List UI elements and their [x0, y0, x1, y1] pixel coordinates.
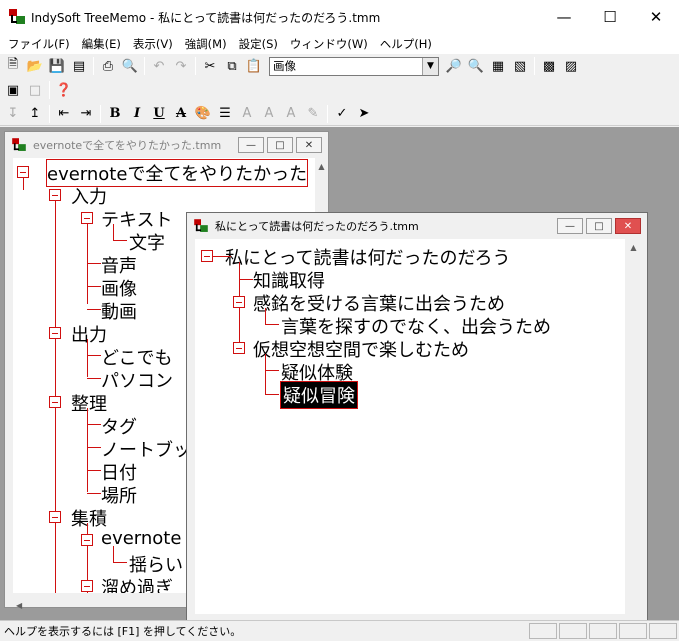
tree-node[interactable]: パソコン: [101, 367, 173, 393]
font-shrink-icon[interactable]: A: [258, 103, 280, 125]
collapse-toggle-icon[interactable]: [81, 212, 93, 224]
find-all-icon[interactable]: ▦: [487, 55, 509, 77]
collapse-toggle-icon[interactable]: [81, 534, 93, 546]
replace-all-icon[interactable]: ▨: [560, 55, 582, 77]
status-text: ヘルプを表示するには [F1] を押してください。: [4, 625, 242, 638]
underline-icon[interactable]: U: [148, 103, 170, 125]
scroll-left-icon[interactable]: ◀: [13, 601, 22, 610]
font-reset-icon[interactable]: A: [280, 103, 302, 125]
collapse-toggle-icon[interactable]: [49, 327, 61, 339]
spellcheck-icon[interactable]: ✓: [331, 103, 353, 125]
find-up-icon[interactable]: 🔍: [465, 55, 487, 77]
app-tree-icon: [9, 9, 25, 25]
menu-emphasis[interactable]: 強調(M): [179, 36, 233, 52]
menu-bar: ファイル(F) 編集(E) 表示(V) 強調(M) 設定(S) ウィンドウ(W)…: [0, 34, 679, 54]
save-all-icon[interactable]: ▤: [68, 55, 90, 77]
bold-icon[interactable]: B: [104, 103, 126, 125]
collapse-toggle-icon[interactable]: [17, 166, 29, 178]
menu-settings[interactable]: 設定(S): [233, 36, 284, 52]
menu-file[interactable]: ファイル(F): [2, 36, 76, 52]
vertical-scrollbar[interactable]: ▲: [625, 239, 642, 614]
child-restore-button[interactable]: □: [586, 218, 612, 234]
tree-view[interactable]: 私にとって読書は何だったのだろう 知識取得 感銘を受ける言葉に出会うため 言葉を…: [195, 239, 625, 614]
collapse-toggle-icon[interactable]: [49, 511, 61, 523]
collapse-toggle-icon[interactable]: [201, 250, 213, 262]
print-preview-icon[interactable]: 🔍: [119, 55, 141, 77]
indent-icon[interactable]: ⇥: [75, 103, 97, 125]
collapse-toggle-icon[interactable]: [233, 342, 245, 354]
child-title-bar[interactable]: evernoteで全てをやりたかった.tmm — □ ✕: [5, 132, 328, 158]
child-title-bar[interactable]: 私にとって読書は何だったのだろう.tmm — □ ✕: [187, 213, 647, 239]
font-grow-icon[interactable]: A: [236, 103, 258, 125]
collapse-toggle-icon[interactable]: [49, 189, 61, 201]
window-title: IndySoft TreeMemo - 私にとって読書は何だったのだろう.tmm: [31, 10, 381, 25]
status-panel: [559, 623, 587, 639]
cut-icon[interactable]: ✂: [199, 55, 221, 77]
app-tree-icon: [194, 219, 208, 233]
minimize-button[interactable]: —: [541, 0, 587, 34]
replace-icon[interactable]: ▩: [538, 55, 560, 77]
palette-icon[interactable]: 🎨: [192, 103, 214, 125]
find-tree-icon[interactable]: ▧: [509, 55, 531, 77]
undo-icon[interactable]: ↶: [148, 55, 170, 77]
close-button[interactable]: ✕: [633, 0, 679, 34]
print-icon[interactable]: ⎙: [97, 55, 119, 77]
scroll-up-icon[interactable]: ▲: [315, 158, 328, 175]
context-help-icon[interactable]: ❓: [53, 79, 75, 101]
style-combo[interactable]: 画像 ▼: [269, 56, 439, 76]
collapse-toggle-icon[interactable]: [233, 296, 245, 308]
menu-view[interactable]: 表示(V): [127, 36, 179, 52]
open-folder-icon[interactable]: 📂: [24, 55, 46, 77]
italic-icon[interactable]: I: [126, 103, 148, 125]
node-toolbar: ▣ □ ❓: [0, 78, 679, 102]
child-minimize-button[interactable]: —: [238, 137, 264, 153]
add-sibling-icon[interactable]: ▣: [2, 79, 24, 101]
tree-node[interactable]: 溜め過ぎ: [101, 574, 173, 593]
paste-icon[interactable]: 📋: [243, 55, 265, 77]
jump-icon[interactable]: ➤: [353, 103, 375, 125]
title-bar: IndySoft TreeMemo - 私にとって読書は何だったのだろう.tmm…: [0, 0, 679, 34]
scroll-up-icon[interactable]: ▲: [625, 239, 642, 256]
status-panel: [619, 623, 647, 639]
child-close-button[interactable]: ✕: [615, 218, 641, 234]
collapse-toggle-icon[interactable]: [49, 396, 61, 408]
menu-window[interactable]: ウィンドウ(W): [284, 36, 374, 52]
save-icon[interactable]: 💾: [46, 55, 68, 77]
document-window-reading[interactable]: 私にとって読書は何だったのだろう.tmm — □ ✕ 私にとって読書は何だったの…: [186, 212, 648, 622]
main-toolbar: 🗎 📂 💾 ▤ ⎙ 🔍 ↶ ↷ ✂ ⧉ 📋 画像 ▼ 🔎 🔍 ▦ ▧ ▩ ▨: [0, 54, 679, 78]
format-style-icon[interactable]: ☰: [214, 103, 236, 125]
style-combo-value: 画像: [273, 58, 296, 73]
child-close-button[interactable]: ✕: [296, 137, 322, 153]
copy-icon[interactable]: ⧉: [221, 55, 243, 77]
collapse-toggle-icon[interactable]: [81, 580, 93, 592]
status-panel: [649, 623, 677, 639]
new-file-icon[interactable]: 🗎: [2, 55, 24, 77]
child-window-title: 私にとって読書は何だったのだろう.tmm: [215, 220, 419, 233]
format-copy-icon[interactable]: ✎: [302, 103, 324, 125]
format-toolbar: ↧ ↥ ⇤ ⇥ B I U A 🎨 ☰ A A A ✎ ✓ ➤: [0, 102, 679, 126]
redo-icon[interactable]: ↷: [170, 55, 192, 77]
move-down-icon[interactable]: ↧: [2, 103, 24, 125]
maximize-button[interactable]: ☐: [587, 0, 633, 34]
app-tree-icon: [12, 138, 26, 152]
status-panel: [589, 623, 617, 639]
chevron-down-icon[interactable]: ▼: [422, 57, 438, 75]
strikethrough-icon[interactable]: A: [170, 103, 192, 125]
outdent-icon[interactable]: ⇤: [53, 103, 75, 125]
status-panel: [529, 623, 557, 639]
child-window-title: evernoteで全てをやりたかった.tmm: [33, 139, 222, 152]
move-up-icon[interactable]: ↥: [24, 103, 46, 125]
tree-node-selected[interactable]: 疑似冒険: [280, 381, 358, 409]
add-child-icon[interactable]: □: [24, 79, 46, 101]
status-bar: ヘルプを表示するには [F1] を押してください。: [0, 620, 679, 641]
child-restore-button[interactable]: □: [267, 137, 293, 153]
menu-help[interactable]: ヘルプ(H): [374, 36, 438, 52]
menu-edit[interactable]: 編集(E): [76, 36, 127, 52]
find-down-icon[interactable]: 🔎: [443, 55, 465, 77]
child-minimize-button[interactable]: —: [557, 218, 583, 234]
